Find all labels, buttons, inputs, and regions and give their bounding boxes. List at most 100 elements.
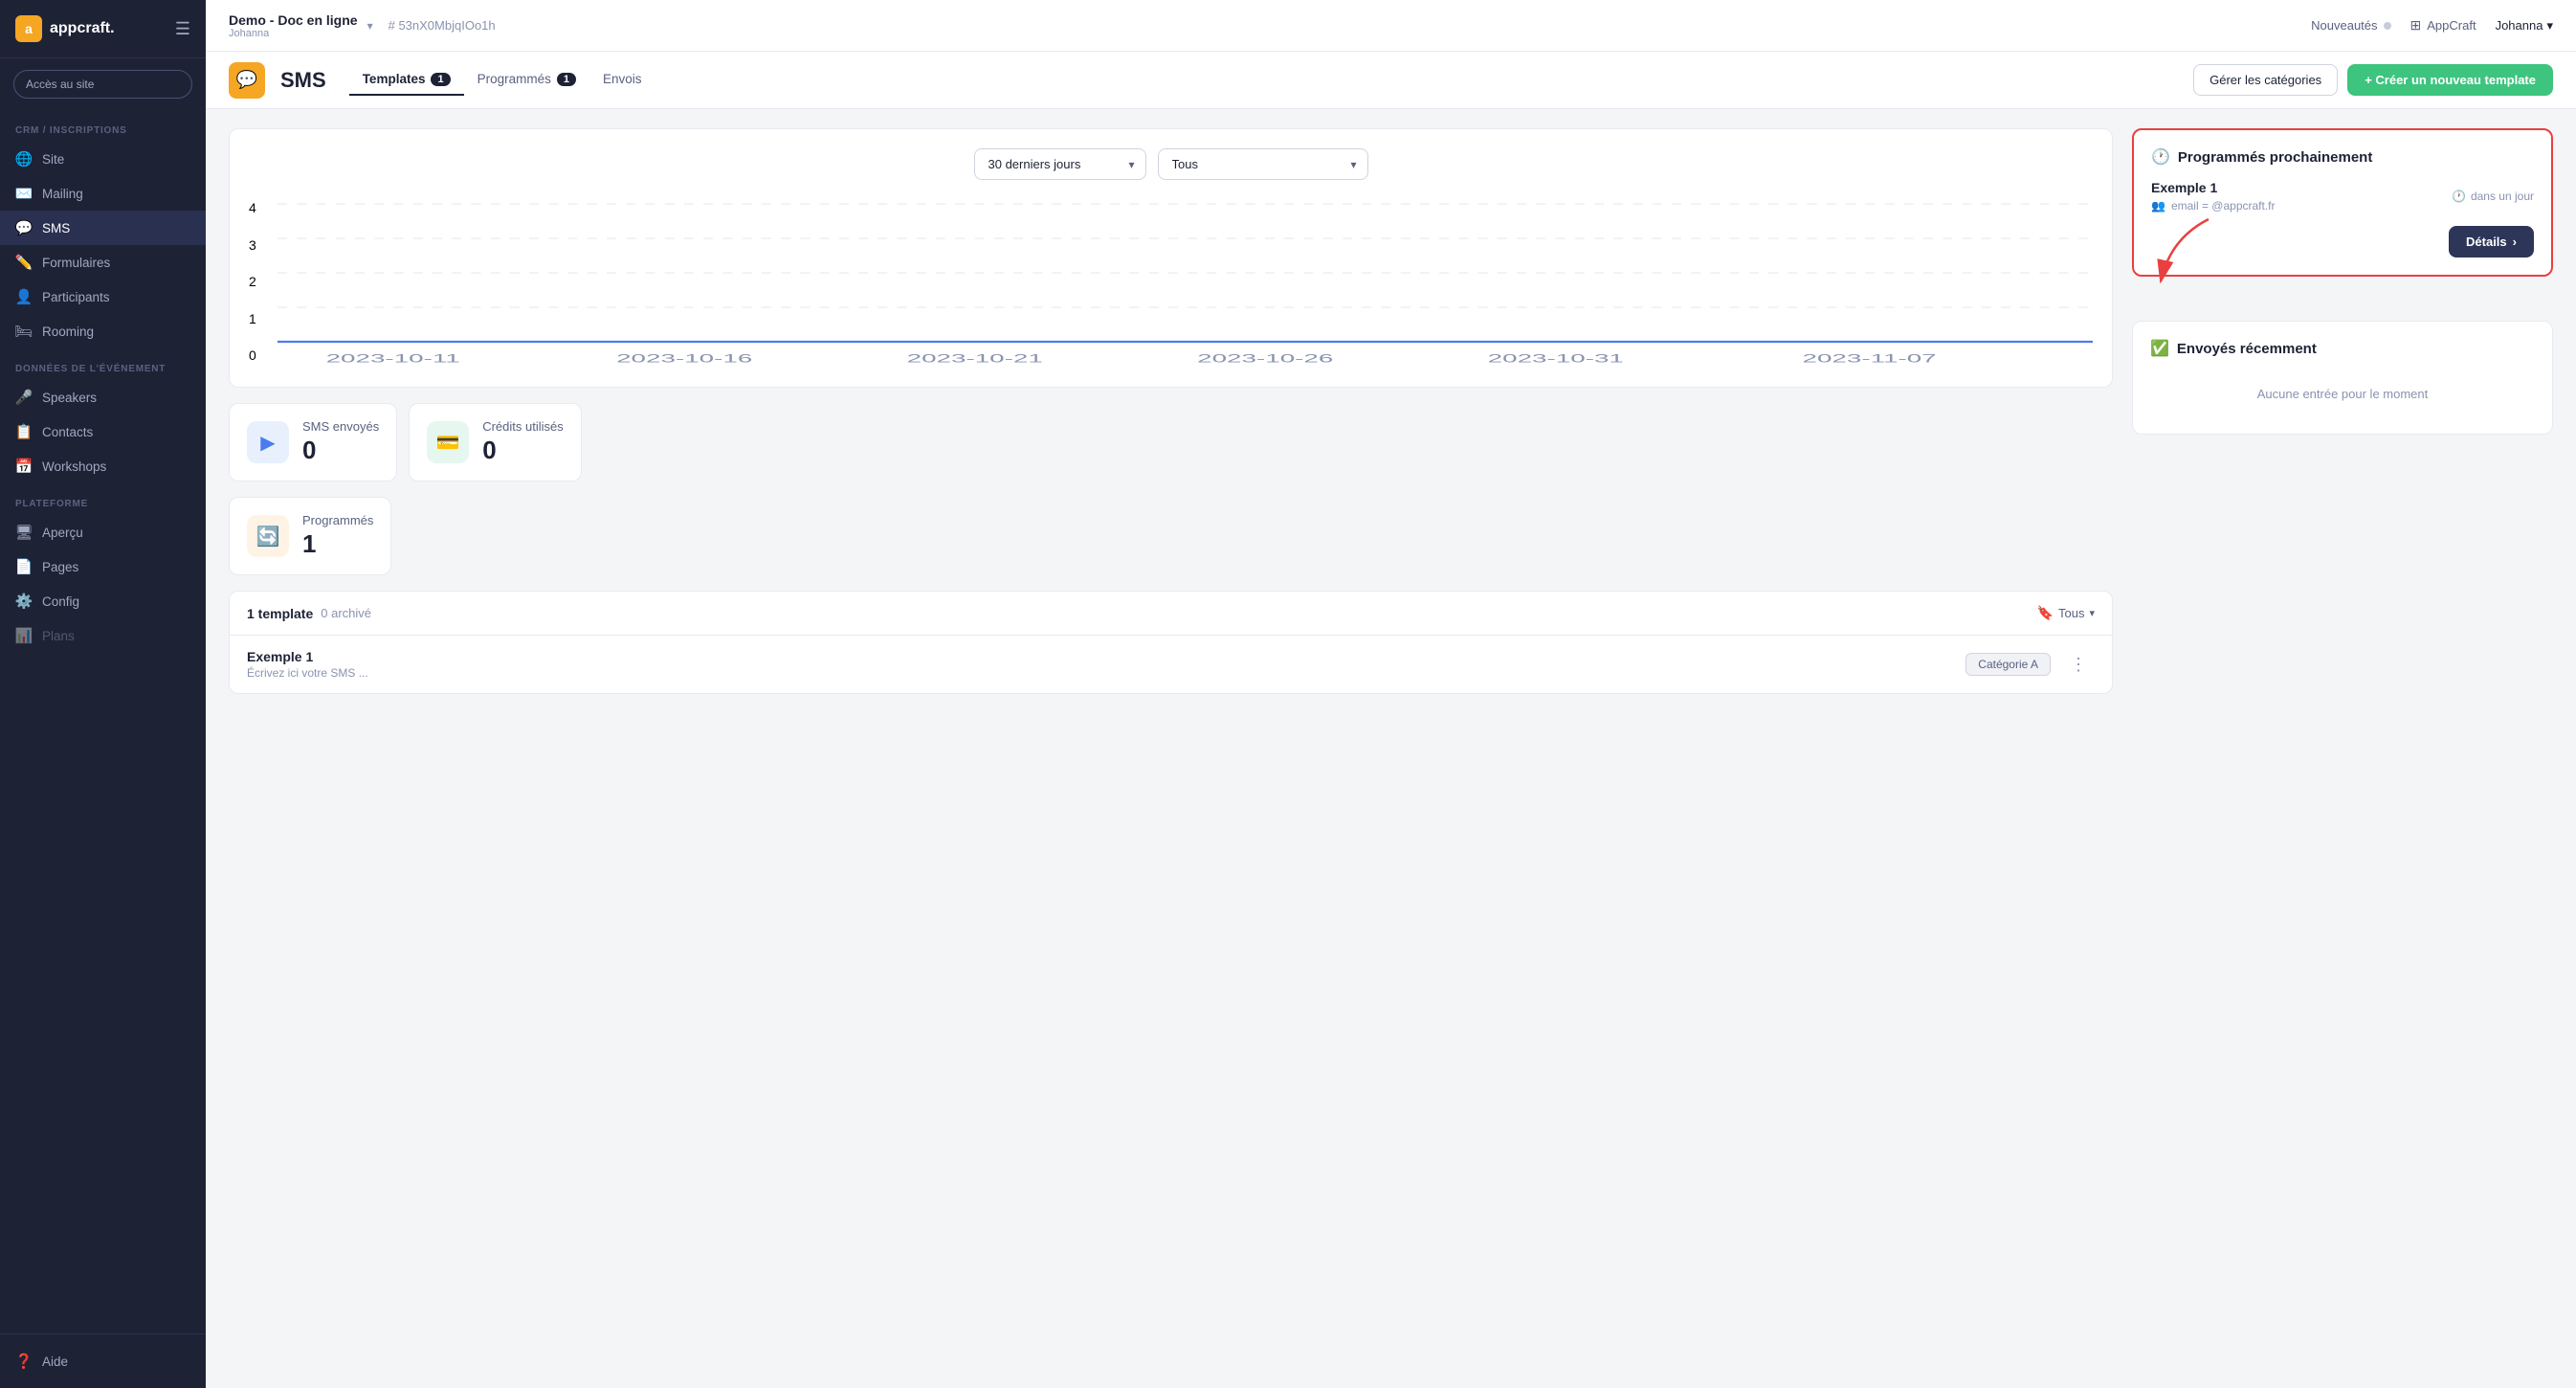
nouveautes-label: Nouveautés xyxy=(2311,18,2377,33)
envoyes-card: ✅ Envoyés récemment Aucune entrée pour l… xyxy=(2132,321,2553,435)
hamburger-icon[interactable]: ☰ xyxy=(175,19,190,39)
create-template-button[interactable]: + Créer un nouveau template xyxy=(2347,64,2553,96)
send-icon: ▶ xyxy=(247,421,289,463)
appcraft-label: AppCraft xyxy=(2427,18,2476,33)
stat-card-programmes: 🔄 Programmés 1 xyxy=(229,497,391,575)
svg-text:2023-10-26: 2023-10-26 xyxy=(1197,351,1333,365)
template-tag: Catégorie A xyxy=(1965,653,2051,676)
stat-cards-row2: 🔄 Programmés 1 xyxy=(229,497,2113,575)
pencil-icon: ✏️ xyxy=(15,254,33,271)
y-label-3: 3 xyxy=(249,237,256,253)
topbar-right: Nouveautés ⊞ AppCraft Johanna ▾ xyxy=(2311,17,2553,34)
sidebar-item-speakers[interactable]: 🎤 Speakers xyxy=(0,380,206,414)
chart-container: 4 3 2 1 0 xyxy=(249,195,2093,368)
sidebar-item-label: Config xyxy=(42,594,79,609)
stat-label: Programmés xyxy=(302,513,373,527)
details-button[interactable]: Détails › xyxy=(2449,226,2534,257)
prochainement-title: 🕐 Programmés prochainement xyxy=(2151,147,2534,167)
appcraft-link[interactable]: ⊞ AppCraft xyxy=(2410,17,2476,34)
prog-item-row: Exemple 1 👥 email = @appcraft.fr 🕐 dans … xyxy=(2151,180,2534,213)
prog-item-meta: 👥 email = @appcraft.fr xyxy=(2151,199,2276,213)
tab-templates[interactable]: Templates 1 xyxy=(349,64,464,96)
period-select[interactable]: 30 derniers jours 7 derniers jours 90 de… xyxy=(974,148,1146,180)
prog-item-name: Exemple 1 xyxy=(2151,180,2276,195)
svg-text:2023-10-21: 2023-10-21 xyxy=(907,351,1043,365)
user-name: Johanna xyxy=(2496,18,2543,33)
prog-item-time: 🕐 dans un jour xyxy=(2452,190,2534,203)
clock-icon: 🕐 xyxy=(2151,147,2170,167)
sidebar-item-workshops[interactable]: 📅 Workshops xyxy=(0,449,206,483)
globe-icon: 🌐 xyxy=(15,150,33,168)
sidebar: a appcraft. ☰ Accès au site CRM / INSCRI… xyxy=(0,0,206,1388)
user-menu[interactable]: Johanna ▾ xyxy=(2496,18,2553,34)
right-column: 🕐 Programmés prochainement Exemple 1 👥 e… xyxy=(2132,128,2553,694)
tab-programmes[interactable]: Programmés 1 xyxy=(464,64,589,96)
envoyes-empty: Aucune entrée pour le moment xyxy=(2150,371,2535,416)
chevron-down-icon[interactable]: ▾ xyxy=(367,19,373,33)
template-description: Écrivez ici votre SMS ... xyxy=(247,666,368,680)
schedule-icon: 🔄 xyxy=(247,515,289,557)
access-site-button[interactable]: Accès au site xyxy=(13,70,192,99)
template-menu-button[interactable]: ⋮ xyxy=(2062,651,2095,679)
user-chevron-icon: ▾ xyxy=(2546,18,2553,34)
sidebar-item-aide[interactable]: ❓ Aide xyxy=(0,1344,206,1378)
y-label-4: 4 xyxy=(249,200,256,215)
sidebar-item-label: Plans xyxy=(42,629,75,643)
sidebar-item-rooming[interactable]: 🛏 Rooming xyxy=(0,314,206,348)
templates-filter[interactable]: 🔖 Tous ▾ xyxy=(2037,605,2095,621)
mail-icon: ✉️ xyxy=(15,185,33,202)
svg-text:2023-10-31: 2023-10-31 xyxy=(1488,351,1624,365)
stat-card-sms-envoyes: ▶ SMS envoyés 0 xyxy=(229,403,397,481)
template-info: Exemple 1 Écrivez ici votre SMS ... xyxy=(247,649,368,680)
demo-sub: Johanna xyxy=(229,28,358,39)
stat-value: 0 xyxy=(482,436,564,465)
status-dot xyxy=(2384,22,2391,30)
tab-envois[interactable]: Envois xyxy=(589,64,655,96)
sidebar-item-label: Participants xyxy=(42,290,110,304)
logo-name: appcraft. xyxy=(50,20,115,37)
page-content: 30 derniers jours 7 derniers jours 90 de… xyxy=(206,109,2576,1388)
sidebar-item-label: Site xyxy=(42,152,64,167)
check-icon: ✅ xyxy=(2150,339,2169,358)
stats-controls: 30 derniers jours 7 derniers jours 90 de… xyxy=(249,148,2093,180)
monitor-icon: 🖥 xyxy=(15,524,33,541)
topbar: Demo - Doc en ligne Johanna ▾ # 53nX0Mbj… xyxy=(206,0,2576,52)
sidebar-item-label: Aide xyxy=(42,1354,68,1369)
sidebar-item-mailing[interactable]: ✉️ Mailing xyxy=(0,176,206,211)
stat-label: SMS envoyés xyxy=(302,419,379,434)
sidebar-item-label: Formulaires xyxy=(42,256,110,270)
svg-text:2023-10-16: 2023-10-16 xyxy=(616,351,752,365)
y-label-1: 1 xyxy=(249,311,256,326)
nouveautes[interactable]: Nouveautés xyxy=(2311,18,2390,33)
help-icon: ❓ xyxy=(15,1353,33,1370)
sidebar-item-formulaires[interactable]: ✏️ Formulaires xyxy=(0,245,206,280)
prochainement-card: 🕐 Programmés prochainement Exemple 1 👥 e… xyxy=(2132,128,2553,277)
filter-label: Tous xyxy=(2058,606,2084,620)
templates-header: 1 template 0 archivé 🔖 Tous ▾ xyxy=(230,592,2112,636)
y-label-0: 0 xyxy=(249,347,256,363)
sidebar-item-participants[interactable]: 👤 Participants xyxy=(0,280,206,314)
bookmark-icon: 🔖 xyxy=(2037,605,2054,621)
plans-icon: 📊 xyxy=(15,627,33,644)
stat-label: Crédits utilisés xyxy=(482,419,564,434)
manage-categories-button[interactable]: Gérer les catégories xyxy=(2193,64,2338,96)
sidebar-item-pages[interactable]: 📄 Pages xyxy=(0,549,206,584)
sidebar-item-config[interactable]: ⚙️ Config xyxy=(0,584,206,618)
template-row: Exemple 1 Écrivez ici votre SMS ... Caté… xyxy=(230,636,2112,693)
sidebar-item-label: Contacts xyxy=(42,425,93,439)
speaker-icon: 🎤 xyxy=(15,389,33,406)
stats-chart-section: 30 derniers jours 7 derniers jours 90 de… xyxy=(229,128,2113,388)
sidebar-item-label: Speakers xyxy=(42,391,97,405)
sidebar-item-apercu[interactable]: 🖥 Aperçu xyxy=(0,515,206,549)
tab-templates-badge: 1 xyxy=(431,73,450,86)
sidebar-item-sms[interactable]: 💬 SMS xyxy=(0,211,206,245)
sidebar-item-contacts[interactable]: 📋 Contacts xyxy=(0,414,206,449)
sidebar-section-donnees: DONNÉES DE L'ÉVÉNEMENT xyxy=(0,348,206,380)
chart-area: 2023-10-11 2023-10-16 2023-10-21 2023-10… xyxy=(278,195,2093,368)
chart-y-labels: 4 3 2 1 0 xyxy=(249,195,256,368)
filter-select[interactable]: Tous xyxy=(1158,148,1368,180)
sidebar-item-plans: 📊 Plans xyxy=(0,618,206,653)
sidebar-item-site[interactable]: 🌐 Site xyxy=(0,142,206,176)
sidebar-item-label: Rooming xyxy=(42,325,94,339)
sidebar-item-label: Workshops xyxy=(42,459,106,474)
